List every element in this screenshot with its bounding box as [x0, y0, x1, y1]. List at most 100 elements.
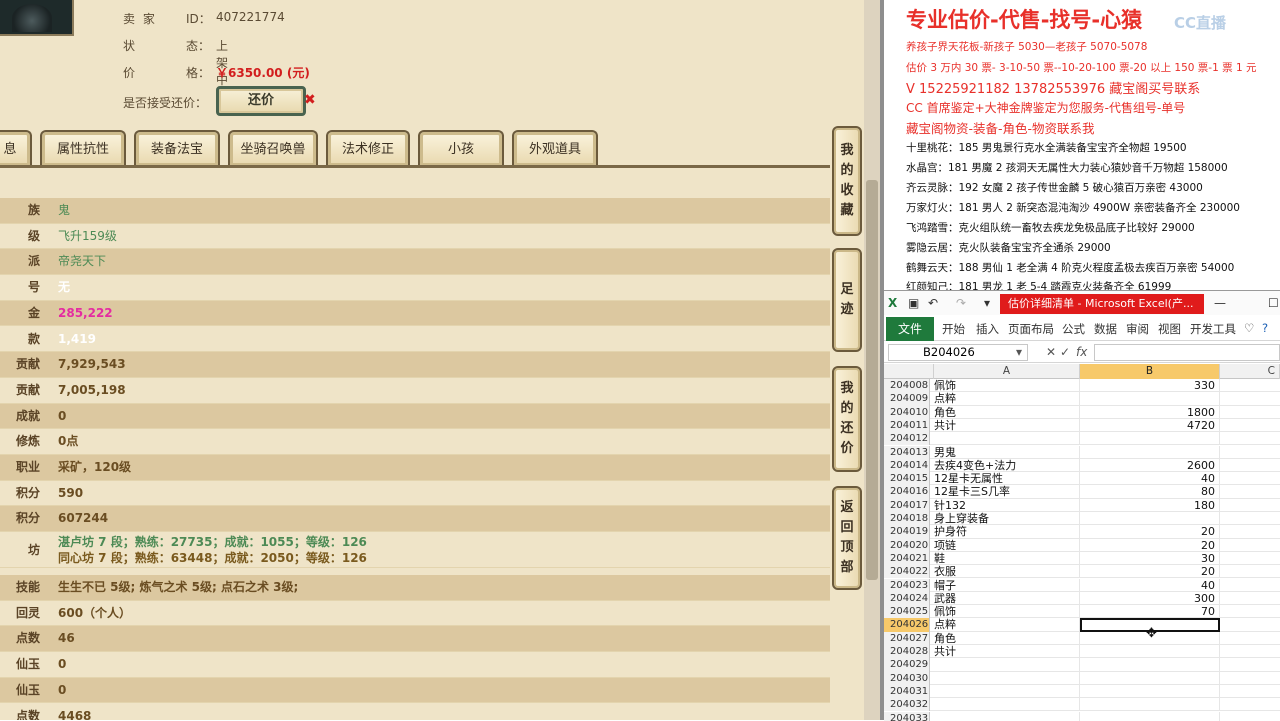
cell-b[interactable]: 20: [1080, 525, 1220, 538]
tab-equipment[interactable]: 装备法宝: [134, 130, 220, 166]
tab-insert[interactable]: 插入: [976, 321, 999, 337]
cell-a[interactable]: 共计: [934, 645, 1080, 658]
tab-developer[interactable]: 开发工具: [1190, 321, 1236, 337]
my-favorites-button[interactable]: 我的收藏: [832, 126, 862, 236]
formula-input[interactable]: [1094, 344, 1280, 361]
close-icon[interactable]: ✖: [304, 92, 316, 108]
redo-icon[interactable]: ↷: [956, 296, 966, 310]
cell-a[interactable]: 帽子: [934, 579, 1080, 592]
cell-b[interactable]: [1080, 672, 1220, 685]
cell-b[interactable]: [1080, 446, 1220, 459]
cell-b[interactable]: 30: [1080, 552, 1220, 565]
cell-b[interactable]: 40: [1080, 579, 1220, 592]
cell-a[interactable]: 身上穿装备: [934, 512, 1080, 525]
sheet-row[interactable]: 204014 去疾4变色+法力2600: [884, 459, 1280, 472]
row-number[interactable]: 204032: [884, 698, 930, 711]
row-number[interactable]: 204015: [884, 472, 930, 485]
cell-b[interactable]: [1080, 685, 1220, 698]
cell-b[interactable]: 1800: [1080, 406, 1220, 419]
row-number[interactable]: 204028: [884, 645, 930, 658]
sheet-row[interactable]: 204026 点粹: [884, 618, 1280, 631]
sheet-row[interactable]: 204011共计4720: [884, 419, 1280, 432]
cell-a[interactable]: 鞋: [934, 552, 1080, 565]
row-number[interactable]: 204016: [884, 485, 930, 498]
tab-children[interactable]: 小孩: [418, 130, 504, 166]
cell-a[interactable]: 角色: [934, 632, 1080, 645]
cell-a[interactable]: 12星卡三S几率: [934, 485, 1080, 498]
tab-view[interactable]: 视图: [1158, 321, 1181, 337]
cell-a[interactable]: 角色: [934, 406, 1080, 419]
row-number[interactable]: 204018: [884, 512, 930, 525]
cell-b[interactable]: 180: [1080, 499, 1220, 512]
column-header-b[interactable]: B: [1080, 364, 1220, 379]
cell-a[interactable]: 去疾4变色+法力: [934, 459, 1080, 472]
tab-home[interactable]: 开始: [942, 321, 965, 337]
cell-b[interactable]: [1080, 432, 1220, 445]
sheet-row[interactable]: 20401512星卡无属性40: [884, 472, 1280, 485]
tab-file[interactable]: 文件: [886, 317, 934, 341]
cell-a[interactable]: 点粹: [934, 392, 1080, 405]
select-all-corner[interactable]: [884, 364, 934, 379]
minimize-icon[interactable]: —: [1214, 296, 1226, 310]
row-number[interactable]: 204021: [884, 552, 930, 565]
column-header-a[interactable]: A: [934, 364, 1080, 379]
cell-a[interactable]: 武器: [934, 592, 1080, 605]
sheet-row[interactable]: 204032: [884, 698, 1280, 711]
tab-formulas[interactable]: 公式: [1062, 321, 1085, 337]
row-number[interactable]: 204017: [884, 499, 930, 512]
cell-a[interactable]: 共计: [934, 419, 1080, 432]
row-number[interactable]: 204019: [884, 525, 930, 538]
tab-review[interactable]: 审阅: [1126, 321, 1149, 337]
cell-a[interactable]: 护身符: [934, 525, 1080, 538]
maximize-icon[interactable]: ☐: [1268, 296, 1279, 310]
row-number[interactable]: 204025: [884, 605, 930, 618]
sheet-row[interactable]: 204028 共计: [884, 645, 1280, 658]
footprint-button[interactable]: 足迹: [832, 248, 862, 352]
row-number[interactable]: 204029: [884, 658, 930, 671]
sheet-row[interactable]: 204020项链20: [884, 539, 1280, 552]
cell-b[interactable]: 20: [1080, 565, 1220, 578]
sheet-row[interactable]: 204019 护身符20: [884, 525, 1280, 538]
cell-b[interactable]: 70: [1080, 605, 1220, 618]
tab-attributes[interactable]: 属性抗性: [40, 130, 126, 166]
sheet-row[interactable]: 204009 点粹: [884, 392, 1280, 405]
sheet-row[interactable]: 204016 12星卡三S几率80: [884, 485, 1280, 498]
cell-a[interactable]: 男鬼: [934, 446, 1080, 459]
my-bargains-button[interactable]: 我的还价: [832, 366, 862, 472]
cell-b[interactable]: [1080, 645, 1220, 658]
sheet-row[interactable]: 204027 角色: [884, 632, 1280, 645]
cell-a[interactable]: 点粹: [934, 618, 1080, 631]
sheet-row[interactable]: 204021 鞋30: [884, 552, 1280, 565]
bargain-button[interactable]: 还价: [216, 86, 306, 116]
row-number[interactable]: 204010: [884, 406, 930, 419]
tab-page-layout[interactable]: 页面布局: [1008, 321, 1054, 337]
sheet-row[interactable]: 204025佩饰70: [884, 605, 1280, 618]
cell-b[interactable]: 300: [1080, 592, 1220, 605]
cell-b[interactable]: 330: [1080, 379, 1220, 392]
sheet-row[interactable]: 204029: [884, 658, 1280, 671]
row-number[interactable]: 204022: [884, 565, 930, 578]
enter-icon[interactable]: ✓: [1060, 345, 1070, 359]
cell-b[interactable]: 4720: [1080, 419, 1220, 432]
cell-b[interactable]: 80: [1080, 485, 1220, 498]
back-to-top-button[interactable]: 返回顶部: [832, 486, 862, 590]
row-number[interactable]: 204014: [884, 459, 930, 472]
cell-a[interactable]: [934, 685, 1080, 698]
row-number[interactable]: 204031: [884, 685, 930, 698]
cell-b[interactable]: [1080, 658, 1220, 671]
row-number[interactable]: 204026: [884, 618, 930, 631]
cell-a[interactable]: 佩饰: [934, 379, 1080, 392]
row-number[interactable]: 204009: [884, 392, 930, 405]
undo-icon[interactable]: ↶: [928, 296, 938, 310]
row-number[interactable]: 204024: [884, 592, 930, 605]
sheet-row[interactable]: 204022衣服20: [884, 565, 1280, 578]
row-number[interactable]: 204023: [884, 579, 930, 592]
row-number[interactable]: 204027: [884, 632, 930, 645]
row-number[interactable]: 204020: [884, 539, 930, 552]
row-number[interactable]: 204013: [884, 446, 930, 459]
row-number[interactable]: 204008: [884, 379, 930, 392]
cell-b[interactable]: 2600: [1080, 459, 1220, 472]
cell-b[interactable]: [1080, 698, 1220, 711]
name-box-dropdown-icon[interactable]: ▾: [1016, 345, 1022, 359]
customize-toolbar-icon[interactable]: ▾: [984, 296, 990, 310]
